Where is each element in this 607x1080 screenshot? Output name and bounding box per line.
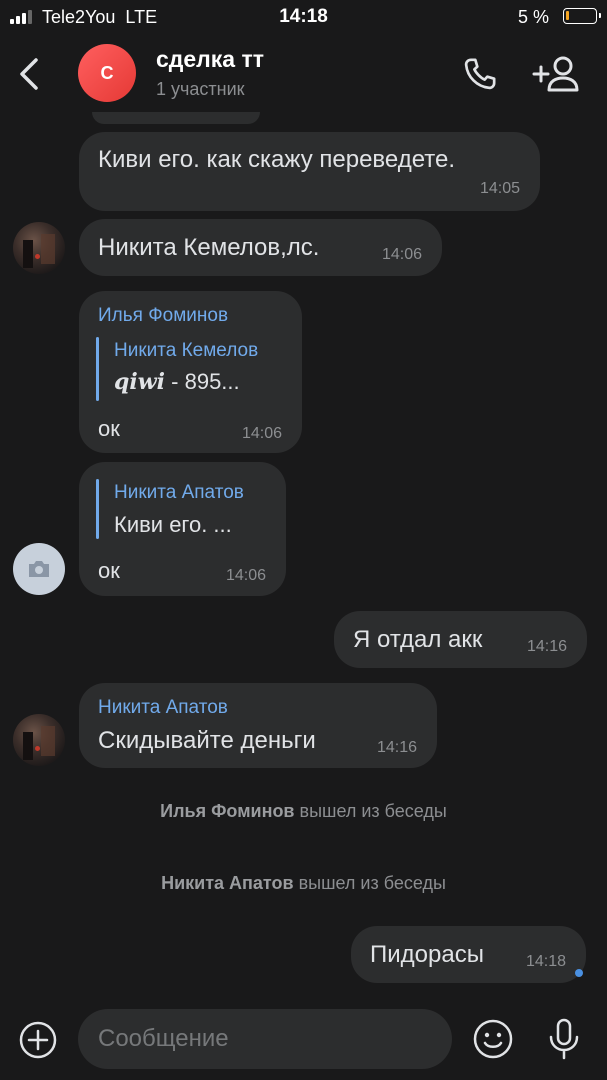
system-message: Никита Апатов вышел из беседы: [161, 873, 446, 893]
sender-avatar[interactable]: [13, 714, 65, 766]
message-text: Никита Кемелов,лс.: [98, 234, 320, 261]
message-text: Скидывайте деньги: [98, 727, 316, 754]
quote-text: qiwi - 895...: [114, 369, 240, 395]
unread-indicator: [575, 969, 583, 977]
quote-text: Киви его. ...: [114, 512, 232, 537]
message-bubble[interactable]: Киви его. как скажу переведете. 14:05: [79, 132, 540, 211]
message-time: 14:18: [525, 953, 566, 970]
mic-icon: [549, 1018, 579, 1060]
quote-author: Никита Апатов: [114, 482, 244, 503]
message-time: 14:06: [381, 246, 422, 263]
add-member-button[interactable]: [530, 52, 582, 96]
back-icon: [20, 58, 38, 90]
quote-bar: [96, 337, 99, 401]
system-message: Илья Фоминов вышел из беседы: [160, 801, 447, 821]
call-button[interactable]: [460, 54, 500, 94]
message-time: 14:05: [479, 180, 520, 197]
camera-icon: [29, 561, 49, 577]
message-text: ок: [98, 416, 120, 441]
chat-title[interactable]: сделка тт: [156, 46, 264, 73]
attach-button[interactable]: [18, 1020, 58, 1060]
message-input-placeholder: Сообщение: [98, 1025, 229, 1052]
emoji-button[interactable]: [472, 1018, 514, 1060]
sender-avatar[interactable]: [13, 222, 65, 274]
phone-icon: [464, 58, 496, 90]
battery-percent: 5 %: [517, 7, 549, 27]
quote-author: Никита Кемелов: [114, 340, 259, 361]
message-text: Я отдал акк: [353, 626, 483, 653]
status-bar: Tele2You LTE 14:18 5 %: [0, 0, 607, 34]
message-time: 14:16: [376, 739, 417, 756]
message-bubble[interactable]: Никита Кемелов,лс. 14:06: [79, 219, 442, 276]
message-text: Киви его. как скажу переведете.: [98, 146, 456, 173]
sender-avatar[interactable]: [13, 543, 65, 595]
battery-icon: [563, 8, 601, 24]
quote-bar: [96, 479, 99, 539]
voice-button[interactable]: [546, 1017, 582, 1061]
message-input[interactable]: Сообщение: [78, 1009, 452, 1069]
sender-name[interactable]: Никита Апатов: [98, 697, 228, 719]
message-bubble-clipped: [92, 112, 260, 124]
plus-icon: [19, 1021, 57, 1059]
message-bubble[interactable]: Никита Апатов Киви его. ... ок 14:06: [79, 462, 286, 596]
add-user-icon: [532, 56, 579, 92]
message-bubble-outgoing[interactable]: Пидорасы 14:18: [351, 926, 586, 983]
message-time: 14:06: [241, 425, 282, 442]
message-time: 14:06: [225, 567, 266, 584]
sender-name[interactable]: Илья Фоминов: [98, 305, 228, 327]
message-text: ок: [98, 558, 120, 583]
message-text: Пидорасы: [370, 941, 484, 968]
message-bubble[interactable]: Никита Апатов Скидывайте деньги 14:16: [79, 683, 437, 768]
smile-icon: [473, 1019, 513, 1059]
message-bubble-outgoing[interactable]: Я отдал акк 14:16: [334, 611, 587, 668]
qiwi-logo: qiwi: [114, 369, 166, 395]
back-button[interactable]: [14, 54, 46, 94]
chat-avatar[interactable]: С: [78, 44, 136, 102]
message-bubble[interactable]: Илья Фоминов Никита Кемелов qiwi - 895..…: [79, 291, 302, 453]
chat-members-count[interactable]: 1 участник: [156, 79, 245, 100]
message-composer: Сообщение: [0, 1000, 607, 1080]
message-time: 14:16: [526, 638, 567, 655]
clock: 14:18: [279, 6, 328, 27]
chat-header: С сделка тт 1 участник: [0, 34, 607, 118]
